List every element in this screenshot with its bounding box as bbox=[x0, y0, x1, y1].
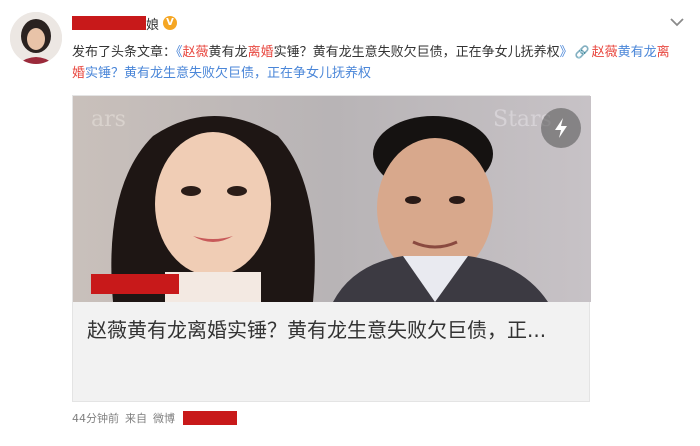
username-tail: 娘 bbox=[146, 17, 160, 33]
article-card[interactable]: ars Stars 赵薇黄有龙离婚实锤？黄有龙生意失败欠巨债，正... bbox=[72, 95, 591, 402]
post-meta: 44分钟前 来自 微博 bbox=[72, 410, 237, 426]
username-row[interactable]: 娘 V bbox=[72, 14, 178, 33]
flash-icon[interactable] bbox=[541, 108, 581, 148]
link-icon: 🔗 bbox=[574, 45, 590, 59]
link-highlight-zhaowei: 赵薇 bbox=[591, 45, 618, 60]
link-seg2: 黄有龙 bbox=[617, 45, 657, 60]
verified-badge-icon: V bbox=[163, 16, 178, 30]
source-name[interactable]: 微博 bbox=[153, 410, 175, 426]
chevron-down-icon[interactable] bbox=[668, 14, 686, 28]
post-prefix: 发布了头条文章： bbox=[72, 45, 177, 60]
source-redaction bbox=[183, 411, 237, 425]
title-seg4: 实锤？黄有龙生意失败欠巨债，正在争女儿抚养权 bbox=[273, 45, 560, 60]
post-text: 发布了头条文章：《赵薇黄有龙离婚实锤？黄有龙生意失败欠巨债，正在争女儿抚养权》 🔗… bbox=[72, 42, 682, 84]
source-prefix: 来自 bbox=[125, 412, 147, 425]
avatar[interactable] bbox=[10, 12, 62, 64]
quote-close: 》 bbox=[559, 45, 573, 60]
article-card-title[interactable]: 赵薇黄有龙离婚实锤？黄有龙生意失败欠巨债，正... bbox=[87, 314, 577, 347]
article-cover-image[interactable]: ars Stars bbox=[73, 96, 591, 302]
post-time[interactable]: 44分钟前 bbox=[72, 410, 119, 426]
article-link-title[interactable]: 《赵薇黄有龙离婚实锤？黄有龙生意失败欠巨债，正在争女儿抚养权》 bbox=[176, 45, 573, 60]
username-redaction bbox=[72, 16, 146, 30]
svg-text:ars: ars bbox=[91, 107, 126, 132]
highlight-lihun: 离婚 bbox=[247, 45, 274, 60]
title-seg2: 黄有龙 bbox=[208, 45, 248, 60]
highlight-zhaowei: 赵薇 bbox=[182, 45, 209, 60]
link-seg4: 实锤？黄有龙生意失败欠巨债，正在争女儿抚养权 bbox=[85, 66, 372, 81]
caption-redaction bbox=[91, 274, 179, 294]
